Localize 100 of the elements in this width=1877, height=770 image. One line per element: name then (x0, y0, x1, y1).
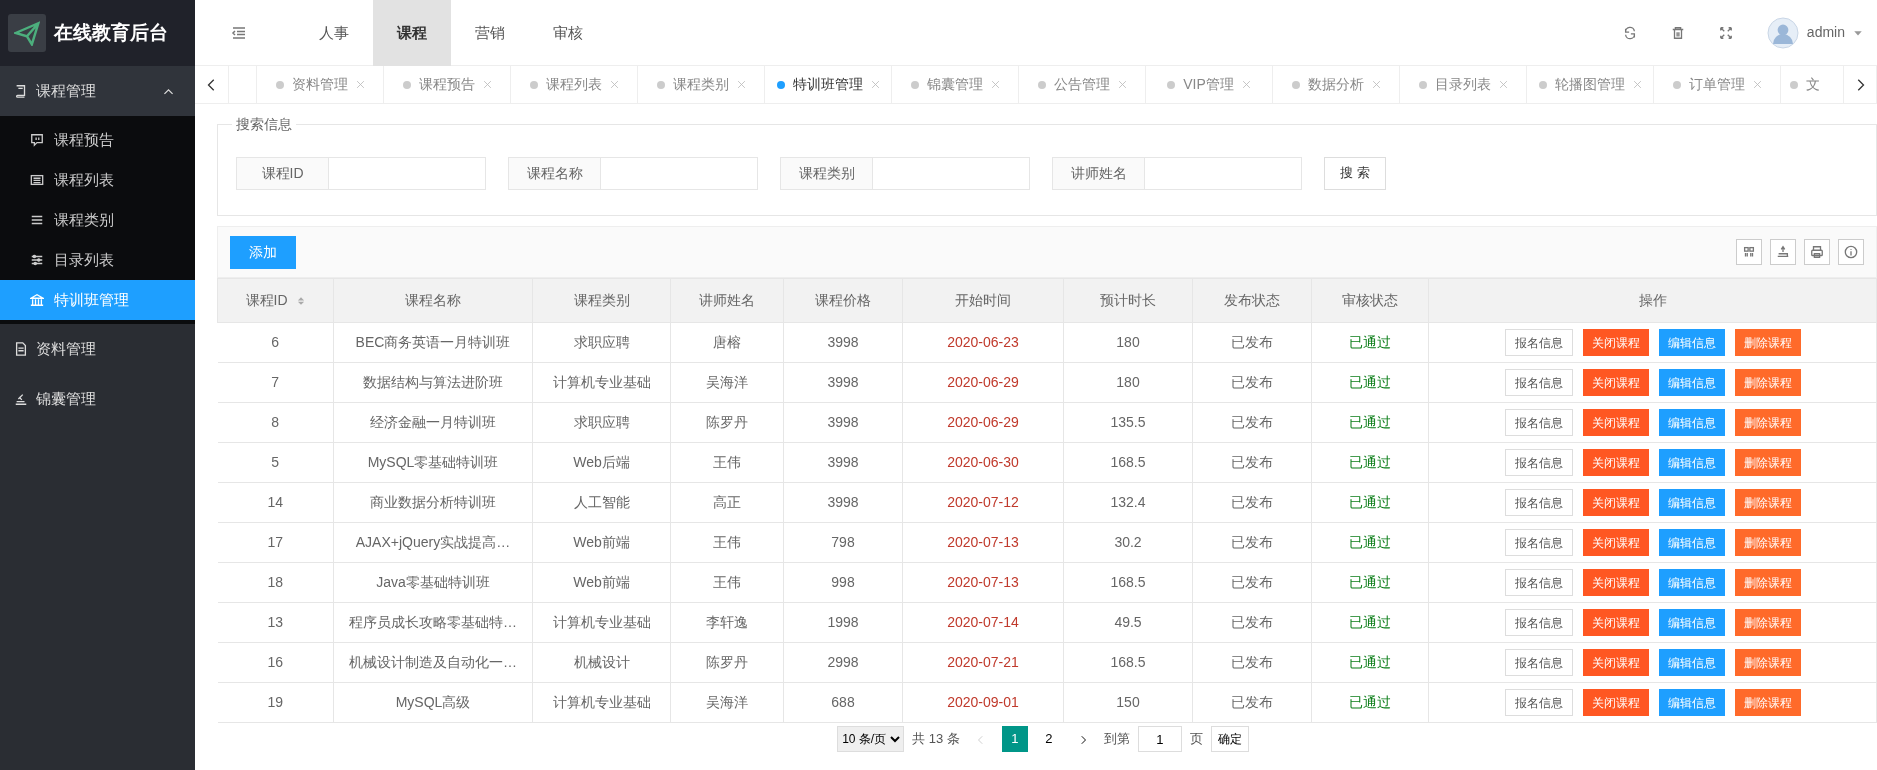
search-field[interactable]: 讲师姓名 (1052, 156, 1302, 190)
action-button[interactable]: 关闭课程 (1582, 329, 1649, 356)
action-button[interactable]: 关闭课程 (1582, 529, 1649, 556)
submenu-item[interactable]: 课程列表 (0, 160, 195, 200)
submenu-item[interactable]: 课程类别 (0, 200, 195, 240)
action-button[interactable]: 报名信息 (1504, 689, 1573, 716)
add-button[interactable]: 添加 (230, 235, 296, 269)
action-button[interactable]: 编辑信息 (1658, 689, 1725, 716)
tab-dot (1418, 80, 1427, 89)
nav-tab[interactable]: 营销 (451, 0, 529, 66)
action-button[interactable]: 关闭课程 (1582, 449, 1649, 476)
menu-icon (30, 213, 44, 227)
table-cell: 求职应聘 (532, 402, 671, 443)
action-button[interactable]: 删除课程 (1734, 329, 1801, 356)
page-tab[interactable]: 订单管理 (1654, 66, 1781, 103)
nav-tab[interactable]: 审核 (529, 0, 607, 66)
table-cell: 商业数据分析特训班 (333, 482, 533, 523)
page-tab[interactable]: VIP管理 (1146, 66, 1273, 103)
action-button[interactable]: 编辑信息 (1658, 569, 1725, 596)
action-button[interactable]: 删除课程 (1734, 609, 1801, 636)
menu-group[interactable]: 课程管理 (0, 66, 195, 116)
submenu-item[interactable]: 课程预告 (0, 120, 195, 160)
confirm-button[interactable]: 确定 (1210, 726, 1249, 752)
tab-dot (1538, 80, 1547, 89)
action-button[interactable]: 关闭课程 (1582, 649, 1649, 676)
table-cell: 13 (217, 602, 334, 643)
table-cell: 1998 (783, 602, 903, 643)
action-button[interactable]: 报名信息 (1504, 489, 1573, 516)
action-button[interactable]: 报名信息 (1504, 449, 1573, 476)
action-button[interactable]: 删除课程 (1734, 369, 1801, 396)
action-button[interactable]: 删除课程 (1734, 529, 1801, 556)
page-tab[interactable]: 文 (1781, 66, 1829, 103)
action-button[interactable]: 编辑信息 (1658, 529, 1725, 556)
action-button[interactable]: 编辑信息 (1658, 649, 1725, 676)
action-button[interactable]: 报名信息 (1504, 409, 1573, 436)
page-tab[interactable]: 数据分析 (1273, 66, 1400, 103)
table-cell: 3998 (783, 482, 903, 523)
nav-tab[interactable]: 课程 (373, 0, 451, 66)
action-button[interactable]: 关闭课程 (1582, 569, 1649, 596)
nav-tab[interactable]: 人事 (295, 0, 373, 66)
menu-group[interactable]: 锦囊管理 (0, 374, 195, 424)
action-button[interactable]: 编辑信息 (1658, 609, 1725, 636)
action-button[interactable]: 报名信息 (1504, 369, 1573, 396)
action-button[interactable]: 报名信息 (1504, 569, 1573, 596)
close-icon (609, 80, 619, 89)
action-button[interactable]: 删除课程 (1734, 569, 1801, 596)
action-button[interactable]: 关闭课程 (1582, 489, 1649, 516)
action-button[interactable]: 删除课程 (1734, 689, 1801, 716)
action-button[interactable]: 报名信息 (1504, 529, 1573, 556)
action-button[interactable]: 删除课程 (1734, 449, 1801, 476)
action-button[interactable]: 关闭课程 (1582, 609, 1649, 636)
search-field[interactable]: 课程ID (236, 156, 486, 190)
action-button[interactable]: 报名信息 (1504, 329, 1573, 356)
search-field[interactable]: 课程类别 (780, 156, 1030, 190)
action-button[interactable]: 报名信息 (1504, 609, 1573, 636)
action-button[interactable]: 关闭课程 (1582, 409, 1649, 436)
table-cell: 2020-07-12 (902, 482, 1064, 523)
table-cell: 经济金融一月特训班 (333, 402, 533, 443)
page-tab[interactable]: 目录列表 (1400, 66, 1527, 103)
search-field[interactable]: 课程名称 (508, 156, 758, 190)
page-tab[interactable]: 锦囊管理 (892, 66, 1019, 103)
menu-group[interactable]: 资料管理 (0, 324, 195, 374)
toolbar-button[interactable] (1736, 239, 1762, 265)
submenu-item[interactable]: 特训班管理 (0, 280, 195, 320)
page-tab[interactable]: 特训班管理 (765, 66, 892, 103)
table-cell: 688 (783, 682, 903, 723)
book-icon (14, 84, 28, 98)
toolbar-button[interactable] (1770, 239, 1796, 265)
action-button[interactable]: 编辑信息 (1658, 489, 1725, 516)
action-button[interactable]: 报名信息 (1504, 649, 1573, 676)
page-tab[interactable]: 课程预告 (384, 66, 511, 103)
action-button[interactable]: 删除课程 (1734, 649, 1801, 676)
page-size-select[interactable]: 10 条/页 (837, 726, 905, 752)
action-button[interactable]: 编辑信息 (1658, 409, 1725, 436)
page-tab[interactable]: 课程类别 (638, 66, 765, 103)
page-button[interactable]: 1 (1001, 726, 1028, 752)
toolbar-button[interactable] (1804, 239, 1830, 265)
submenu-item[interactable]: 目录列表 (0, 240, 195, 280)
action-button[interactable]: 编辑信息 (1658, 369, 1725, 396)
page-tab[interactable]: 课程列表 (511, 66, 638, 103)
action-button[interactable]: 删除课程 (1734, 409, 1801, 436)
table-cell: Java零基础特训班 (333, 562, 533, 603)
action-button[interactable]: 删除课程 (1734, 489, 1801, 516)
action-button[interactable]: 关闭课程 (1582, 369, 1649, 396)
action-button[interactable]: 关闭课程 (1582, 689, 1649, 716)
search-button[interactable]: 搜 索 (1324, 156, 1386, 190)
page-tab[interactable]: 轮播图管理 (1527, 66, 1654, 103)
toolbar-button[interactable] (1838, 239, 1864, 265)
action-button[interactable]: 编辑信息 (1658, 329, 1725, 356)
page-tab[interactable]: 资料管理 (257, 66, 384, 103)
page-tab[interactable]: 公告管理 (1019, 66, 1146, 103)
table-cell: 132.4 (1063, 482, 1193, 523)
close-icon (355, 80, 365, 89)
page-input[interactable]: 1 (1137, 726, 1182, 752)
tab-dot (1790, 80, 1798, 89)
bank-icon (30, 293, 44, 307)
close-icon (990, 80, 1000, 89)
action-button[interactable]: 编辑信息 (1658, 449, 1725, 476)
column-header: 开始时间 (902, 278, 1064, 323)
app-logo-text: 在线教育后台 (54, 20, 168, 45)
